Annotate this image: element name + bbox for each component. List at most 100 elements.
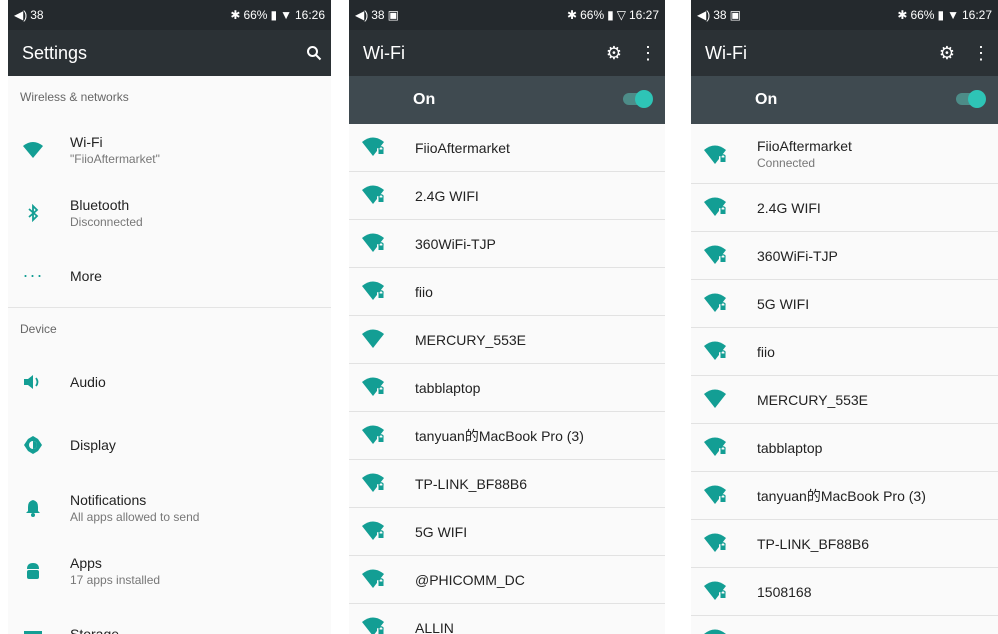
settings-item[interactable]: Wi-Fi "FiioAftermarket" — [8, 118, 331, 181]
settings-item[interactable]: ··· More — [8, 244, 331, 307]
wifi-network-item[interactable]: tanyuan的MacBook Pro (3) — [349, 412, 665, 460]
battery-icon: ▮ — [270, 8, 278, 22]
wifi-screen: ◀) 38 ▣ ✱ 66% ▮ ▽ 16:27 Wi-Fi ⚙ ⋮ On Fii… — [349, 0, 665, 634]
wifi-network-item[interactable]: tanyuan的MacBook Pro (3) — [691, 472, 998, 520]
bluetooth-icon — [22, 202, 44, 224]
wifi-network-item[interactable]: 360WiFi-TJP — [691, 232, 998, 280]
wifi-signal-icon — [361, 472, 387, 499]
network-name: 360WiFi-TJP — [415, 235, 496, 252]
battery-level: 66% — [243, 8, 268, 22]
wifi-signal-icon — [703, 244, 729, 271]
wifi-signal-icon — [703, 388, 729, 415]
network-text: MERCURY_553E — [757, 392, 868, 408]
network-text: 5G WIFI — [415, 524, 467, 540]
wifi-network-item[interactable]: @PHICOMM_DC — [349, 556, 665, 604]
wifi-signal-icon — [703, 144, 729, 171]
settings-item-title: Apps — [70, 554, 102, 571]
wifi-network-item[interactable]: 2.4G WIFI — [349, 172, 665, 220]
section-header: Wireless & networks — [20, 90, 129, 104]
image-notification-icon: ▣ — [729, 8, 741, 22]
network-name: 1508168 — [757, 583, 812, 600]
wifi-signal-icon — [361, 232, 387, 259]
wifi-network-item[interactable]: TP-LINK_BF88B6 — [691, 520, 998, 568]
settings-item[interactable]: Display — [8, 413, 331, 476]
wifi-signal-icon — [703, 580, 729, 607]
bluetooth-status-icon: ✱ — [567, 8, 578, 22]
app-bar: Wi-Fi ⚙ ⋮ — [349, 30, 665, 76]
settings-item[interactable]: Bluetooth Disconnected — [8, 181, 331, 244]
settings-item-text: Apps 17 apps installed — [70, 555, 160, 587]
wifi-status-icon: ▼ — [280, 8, 292, 22]
settings-item-text: Wi-Fi "FiioAftermarket" — [70, 134, 160, 166]
overflow-menu-button[interactable]: ⋮ — [964, 30, 998, 76]
settings-item-title: Bluetooth — [70, 196, 130, 213]
network-name: 5G WIFI — [415, 523, 468, 540]
wifi-switch[interactable] — [956, 90, 986, 108]
wifi-signal-icon — [703, 484, 729, 511]
wifi-network-item[interactable]: fiio — [691, 328, 998, 376]
network-name: MERCURY_553E — [757, 391, 869, 408]
wifi-signal-icon — [703, 340, 729, 367]
wifi-signal-icon — [703, 196, 729, 223]
switch-knob — [635, 90, 653, 108]
wifi-network-item[interactable]: 1508168 — [691, 568, 998, 616]
wifi-network-item[interactable]: 360WiFi-TJP — [349, 220, 665, 268]
network-name: fiio — [757, 343, 775, 360]
settings-item-title: Notifications — [70, 491, 147, 508]
wifi-signal-icon — [361, 568, 387, 595]
network-text: FiioAftermarket Connected — [757, 138, 852, 170]
audio-icon — [22, 371, 44, 393]
wifi-signal-icon — [361, 280, 387, 307]
wifi-network-item[interactable]: MERCURY_553E — [691, 376, 998, 424]
settings-item-subtitle: Disconnected — [70, 214, 143, 229]
app-bar: Wi-Fi ⚙ ⋮ — [691, 30, 998, 76]
network-text: fiio — [415, 284, 433, 300]
volume-level: 38 — [713, 8, 727, 22]
settings-item-subtitle: "FiioAftermarket" — [70, 151, 160, 166]
more-vert-icon: ⋮ — [639, 42, 657, 63]
settings-button[interactable]: ⚙ — [597, 30, 631, 76]
clock: 16:27 — [628, 8, 659, 22]
volume-icon: ◀) — [14, 8, 28, 22]
wifi-network-item[interactable] — [691, 616, 998, 634]
wifi-network-item[interactable]: 2.4G WIFI — [691, 184, 998, 232]
settings-item[interactable]: Notifications All apps allowed to send — [8, 476, 331, 539]
network-name: TP-LINK_BF88B6 — [415, 475, 528, 492]
wifi-network-item[interactable]: MERCURY_553E — [349, 316, 665, 364]
settings-item-title: Wi-Fi — [70, 133, 103, 150]
network-text: FiioAftermarket — [415, 140, 510, 156]
network-text: TP-LINK_BF88B6 — [757, 536, 869, 552]
wifi-network-item[interactable]: tabblaptop — [691, 424, 998, 472]
search-button[interactable] — [297, 30, 331, 76]
wifi-toggle-label: On — [413, 91, 436, 108]
settings-button[interactable]: ⚙ — [930, 30, 964, 76]
wifi-network-item[interactable]: FiioAftermarket — [349, 124, 665, 172]
overflow-menu-button[interactable]: ⋮ — [631, 30, 665, 76]
wifi-switch[interactable] — [623, 90, 653, 108]
more-icon: ··· — [22, 265, 44, 285]
settings-item[interactable]: Apps 17 apps installed — [8, 539, 331, 602]
wifi-toggle-row[interactable]: On — [349, 76, 665, 124]
battery-icon: ▮ — [607, 8, 614, 22]
settings-list: Wireless & networks Wi-Fi "FiioAftermarket… — [8, 76, 331, 634]
network-text: fiio — [757, 344, 775, 360]
wifi-network-item[interactable]: fiio — [349, 268, 665, 316]
wifi-network-item[interactable]: ALLIN — [349, 604, 665, 634]
settings-item[interactable]: Storage — [8, 602, 331, 634]
wifi-network-item[interactable]: TP-LINK_BF88B6 — [349, 460, 665, 508]
network-name: fiio — [415, 283, 433, 300]
wifi-network-item[interactable]: tabblaptop — [349, 364, 665, 412]
settings-item[interactable]: Audio — [8, 350, 331, 413]
network-text: tanyuan的MacBook Pro (3) — [415, 426, 584, 446]
gear-icon: ⚙ — [605, 42, 623, 63]
bluetooth-status-icon: ✱ — [230, 8, 241, 22]
wifi-network-item[interactable]: 5G WIFI — [349, 508, 665, 556]
wifi-signal-icon — [361, 520, 387, 547]
settings-item-title: Audio — [70, 373, 106, 390]
network-list: FiioAftermarket 2.4G WIFI 360WiFi-TJP fiio M… — [349, 124, 665, 634]
app-bar: Settings — [8, 30, 331, 76]
wifi-toggle-row[interactable]: On — [691, 76, 998, 124]
wifi-network-item[interactable]: 5G WIFI — [691, 280, 998, 328]
wifi-signal-icon — [703, 436, 729, 463]
wifi-network-item[interactable]: FiioAftermarket Connected — [691, 124, 998, 184]
